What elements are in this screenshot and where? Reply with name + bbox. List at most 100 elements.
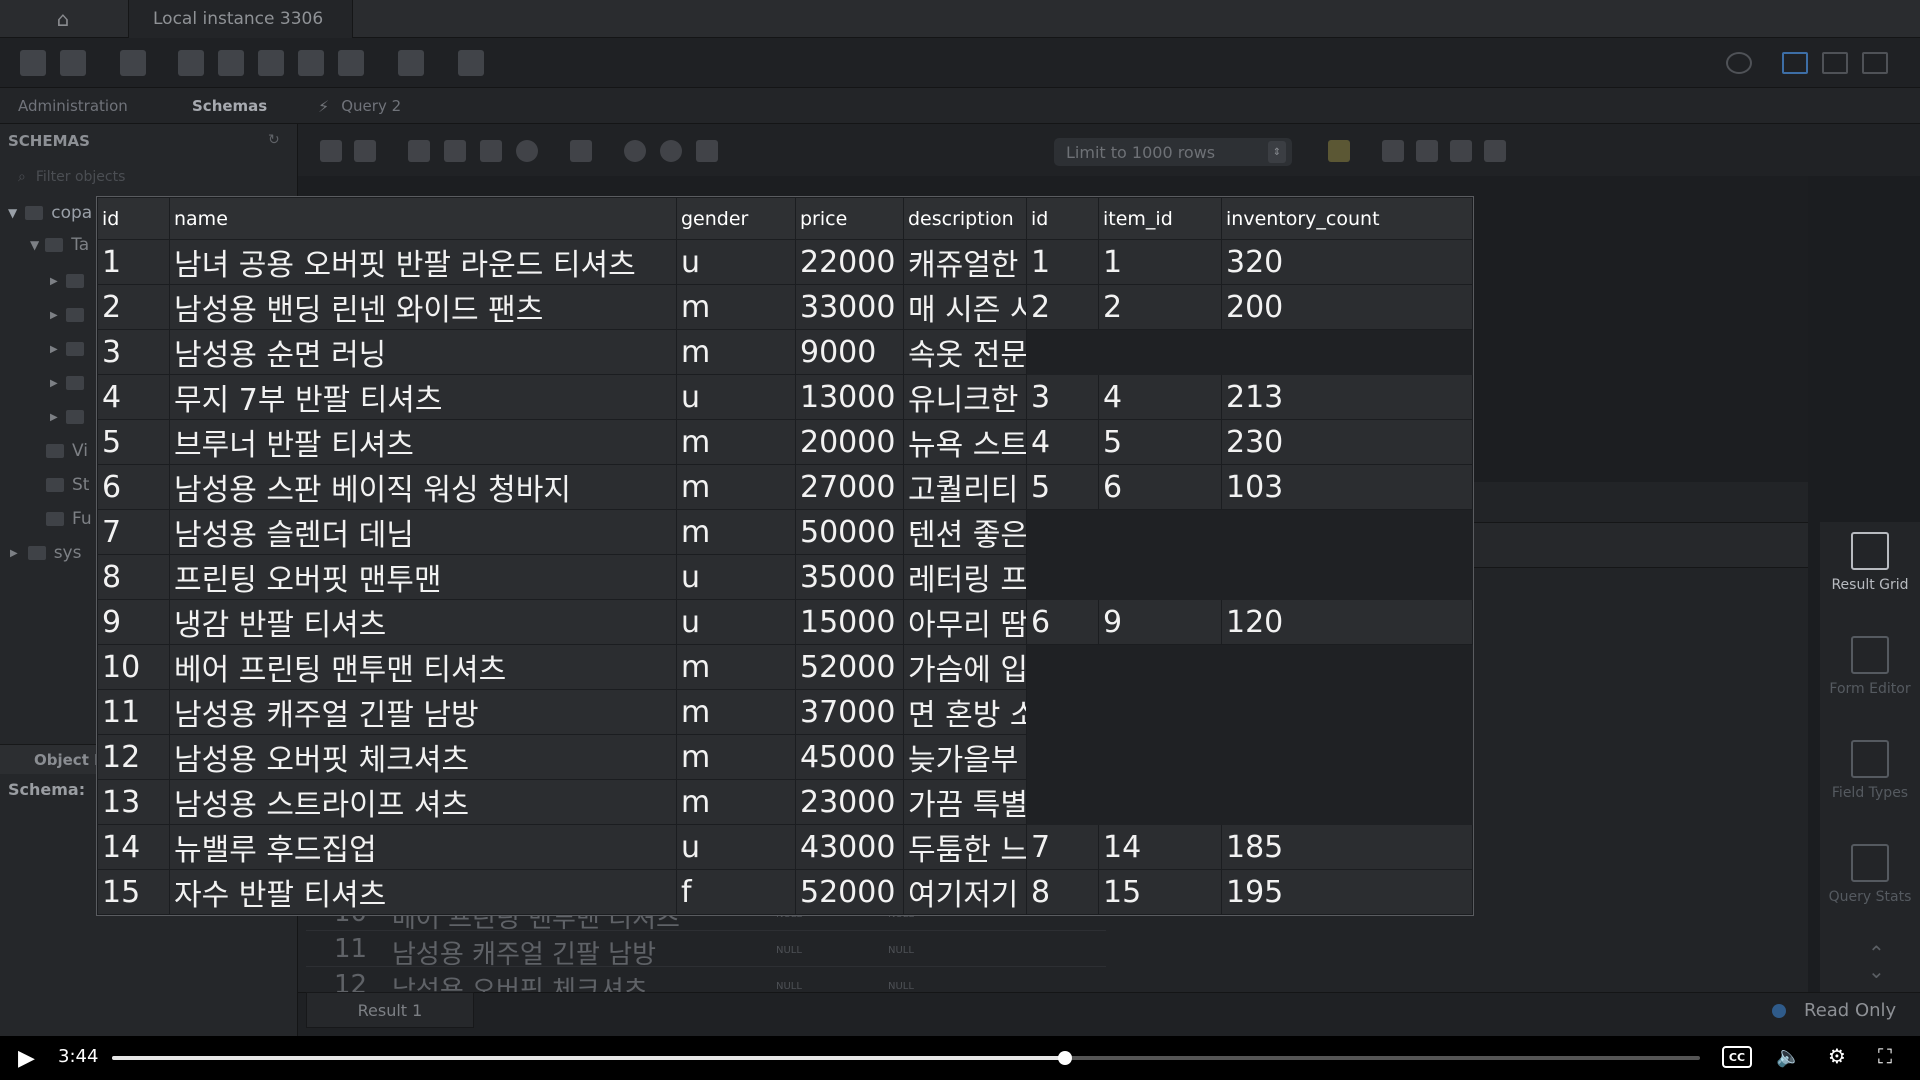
- grid-cell[interactable]: f: [676, 869, 796, 915]
- grid-cell[interactable]: 3: [1026, 374, 1099, 420]
- grid-cell[interactable]: 320: [1221, 239, 1473, 285]
- refresh-icon[interactable]: ↻: [268, 132, 280, 148]
- tab-query[interactable]: ⚡ Query 2: [318, 88, 401, 124]
- grid-cell[interactable]: u: [676, 239, 796, 285]
- grid-cell[interactable]: [1221, 509, 1473, 555]
- table-row[interactable]: 4 무지 7부 반팔 티셔츠 u 13000 유니크한 3 4 213: [97, 374, 1473, 420]
- tree-item-table[interactable]: ▶: [50, 372, 92, 394]
- table-row[interactable]: 7 남성용 슬렌더 데님 m 50000 텐션 좋은: [97, 509, 1473, 555]
- grid-cell[interactable]: 4: [97, 374, 170, 420]
- grid-cell[interactable]: 뉴욕 스트: [903, 419, 1027, 465]
- volume-icon[interactable]: 🔈: [1776, 1044, 1801, 1068]
- grid-cell[interactable]: 43000: [795, 824, 904, 870]
- progress-track[interactable]: [112, 1056, 1700, 1060]
- grid-cell[interactable]: m: [676, 464, 796, 510]
- grid-cell[interactable]: 속옷 전문: [903, 329, 1027, 375]
- grid-cell[interactable]: 남성용 캐주얼 긴팔 남방: [169, 689, 677, 735]
- stop-icon[interactable]: [516, 140, 538, 162]
- grid-cell[interactable]: m: [676, 509, 796, 555]
- grid-cell[interactable]: 뉴밸루 후드집업: [169, 824, 677, 870]
- grid-cell[interactable]: [1098, 554, 1222, 600]
- grid-cell[interactable]: 15: [1098, 869, 1222, 915]
- tree-item-views[interactable]: Vi: [46, 440, 88, 462]
- tree-item-sys[interactable]: ▶ sys: [10, 542, 81, 564]
- filter-input[interactable]: ⌕ Filter objects: [18, 166, 288, 188]
- grid-cell[interactable]: 195: [1221, 869, 1473, 915]
- grid-cell[interactable]: 12: [97, 734, 170, 780]
- table-row[interactable]: 5 브루너 반팔 티셔츠 m 20000 뉴욕 스트 4 5 230: [97, 419, 1473, 465]
- grid-cell[interactable]: 5: [1026, 464, 1099, 510]
- table-row[interactable]: 2 남성용 밴딩 린넨 와이드 팬츠 m 33000 매 시즌 시 2 2 200: [97, 284, 1473, 330]
- table-row[interactable]: 8 프린팅 오버핏 맨투맨 u 35000 레터링 프: [97, 554, 1473, 600]
- grid-cell[interactable]: 9: [97, 599, 170, 645]
- grid-cell[interactable]: 고퀄리티: [903, 464, 1027, 510]
- grid-cell[interactable]: [1098, 329, 1222, 375]
- grid-cell[interactable]: 14: [1098, 824, 1222, 870]
- autocommit-icon[interactable]: [696, 140, 718, 162]
- grid-cell[interactable]: 5: [97, 419, 170, 465]
- save-icon[interactable]: [354, 140, 376, 162]
- create-function-icon[interactable]: [338, 50, 364, 76]
- grid-cell[interactable]: m: [676, 329, 796, 375]
- create-table-icon[interactable]: [218, 50, 244, 76]
- grid-cell[interactable]: [1098, 734, 1222, 780]
- open-file-icon[interactable]: [320, 140, 342, 162]
- column-header[interactable]: item_id: [1098, 197, 1222, 240]
- column-header[interactable]: inventory_count: [1221, 197, 1473, 240]
- grid-cell[interactable]: [1026, 509, 1099, 555]
- grid-cell[interactable]: 185: [1221, 824, 1473, 870]
- grid-cell[interactable]: [1098, 779, 1222, 825]
- grid-cell[interactable]: 두툼한 느: [903, 824, 1027, 870]
- grid-cell[interactable]: m: [676, 644, 796, 690]
- grid-cell[interactable]: 6: [97, 464, 170, 510]
- tree-item-table[interactable]: ▶: [50, 304, 92, 326]
- grid-cell[interactable]: 남성용 오버핏 체크셔츠: [169, 734, 677, 780]
- captions-icon[interactable]: CC: [1722, 1046, 1752, 1068]
- grid-cell[interactable]: u: [676, 374, 796, 420]
- table-row[interactable]: 14 뉴밸루 후드집업 u 43000 두툼한 느 7 14 185: [97, 824, 1473, 870]
- side-form-editor[interactable]: Form Editor: [1820, 626, 1920, 730]
- grid-cell[interactable]: 1: [97, 239, 170, 285]
- column-header[interactable]: id: [1026, 197, 1099, 240]
- grid-cell[interactable]: [1221, 779, 1473, 825]
- inspector-icon[interactable]: [120, 50, 146, 76]
- grid-cell[interactable]: [1098, 689, 1222, 735]
- commit-icon[interactable]: [624, 140, 646, 162]
- tab-schemas[interactable]: Schemas: [192, 88, 267, 124]
- grid-cell[interactable]: 3: [97, 329, 170, 375]
- rollback-icon[interactable]: [660, 140, 682, 162]
- grid-cell[interactable]: 6: [1026, 599, 1099, 645]
- column-header[interactable]: description: [903, 197, 1027, 240]
- reconnect-icon[interactable]: [458, 50, 484, 76]
- grid-cell[interactable]: 2: [1026, 284, 1099, 330]
- grid-cell[interactable]: 8: [97, 554, 170, 600]
- table-row[interactable]: 9 냉감 반팔 티셔츠 u 15000 아무리 땀 6 9 120: [97, 599, 1473, 645]
- result-tab[interactable]: Result 1: [306, 992, 474, 1028]
- grid-cell[interactable]: 15: [97, 869, 170, 915]
- tree-item-schema[interactable]: ▼ copa: [8, 202, 92, 224]
- grid-cell[interactable]: 레터링 프: [903, 554, 1027, 600]
- grid-cell[interactable]: [1221, 554, 1473, 600]
- grid-cell[interactable]: 유니크한: [903, 374, 1027, 420]
- grid-cell[interactable]: 남성용 밴딩 린넨 와이드 팬츠: [169, 284, 677, 330]
- grid-cell[interactable]: 남성용 슬렌더 데님: [169, 509, 677, 555]
- grid-cell[interactable]: 6: [1098, 464, 1222, 510]
- open-sql-icon[interactable]: [60, 50, 86, 76]
- grid-cell[interactable]: 2: [97, 284, 170, 330]
- grid-cell[interactable]: 23000: [795, 779, 904, 825]
- play-icon[interactable]: ▶: [18, 1046, 35, 1071]
- grid-cell[interactable]: 50000: [795, 509, 904, 555]
- grid-cell[interactable]: [1221, 734, 1473, 780]
- table-row[interactable]: 13 남성용 스트라이프 셔츠 m 23000 가끔 특별: [97, 779, 1473, 825]
- create-schema-icon[interactable]: [178, 50, 204, 76]
- grid-cell[interactable]: 남성용 스트라이프 셔츠: [169, 779, 677, 825]
- table-row[interactable]: 1 남녀 공용 오버핏 반팔 라운드 티셔츠 u 22000 캐쥬얼한 1 1 320: [97, 239, 1473, 285]
- grid-cell[interactable]: 10: [97, 644, 170, 690]
- grid-cell[interactable]: 230: [1221, 419, 1473, 465]
- grid-cell[interactable]: 여기저기: [903, 869, 1027, 915]
- column-header[interactable]: price: [795, 197, 904, 240]
- column-header[interactable]: gender: [676, 197, 796, 240]
- grid-cell[interactable]: [1026, 329, 1099, 375]
- word-wrap-icon[interactable]: [1484, 140, 1506, 162]
- grid-cell[interactable]: 베어 프린팅 맨투맨 티셔츠: [169, 644, 677, 690]
